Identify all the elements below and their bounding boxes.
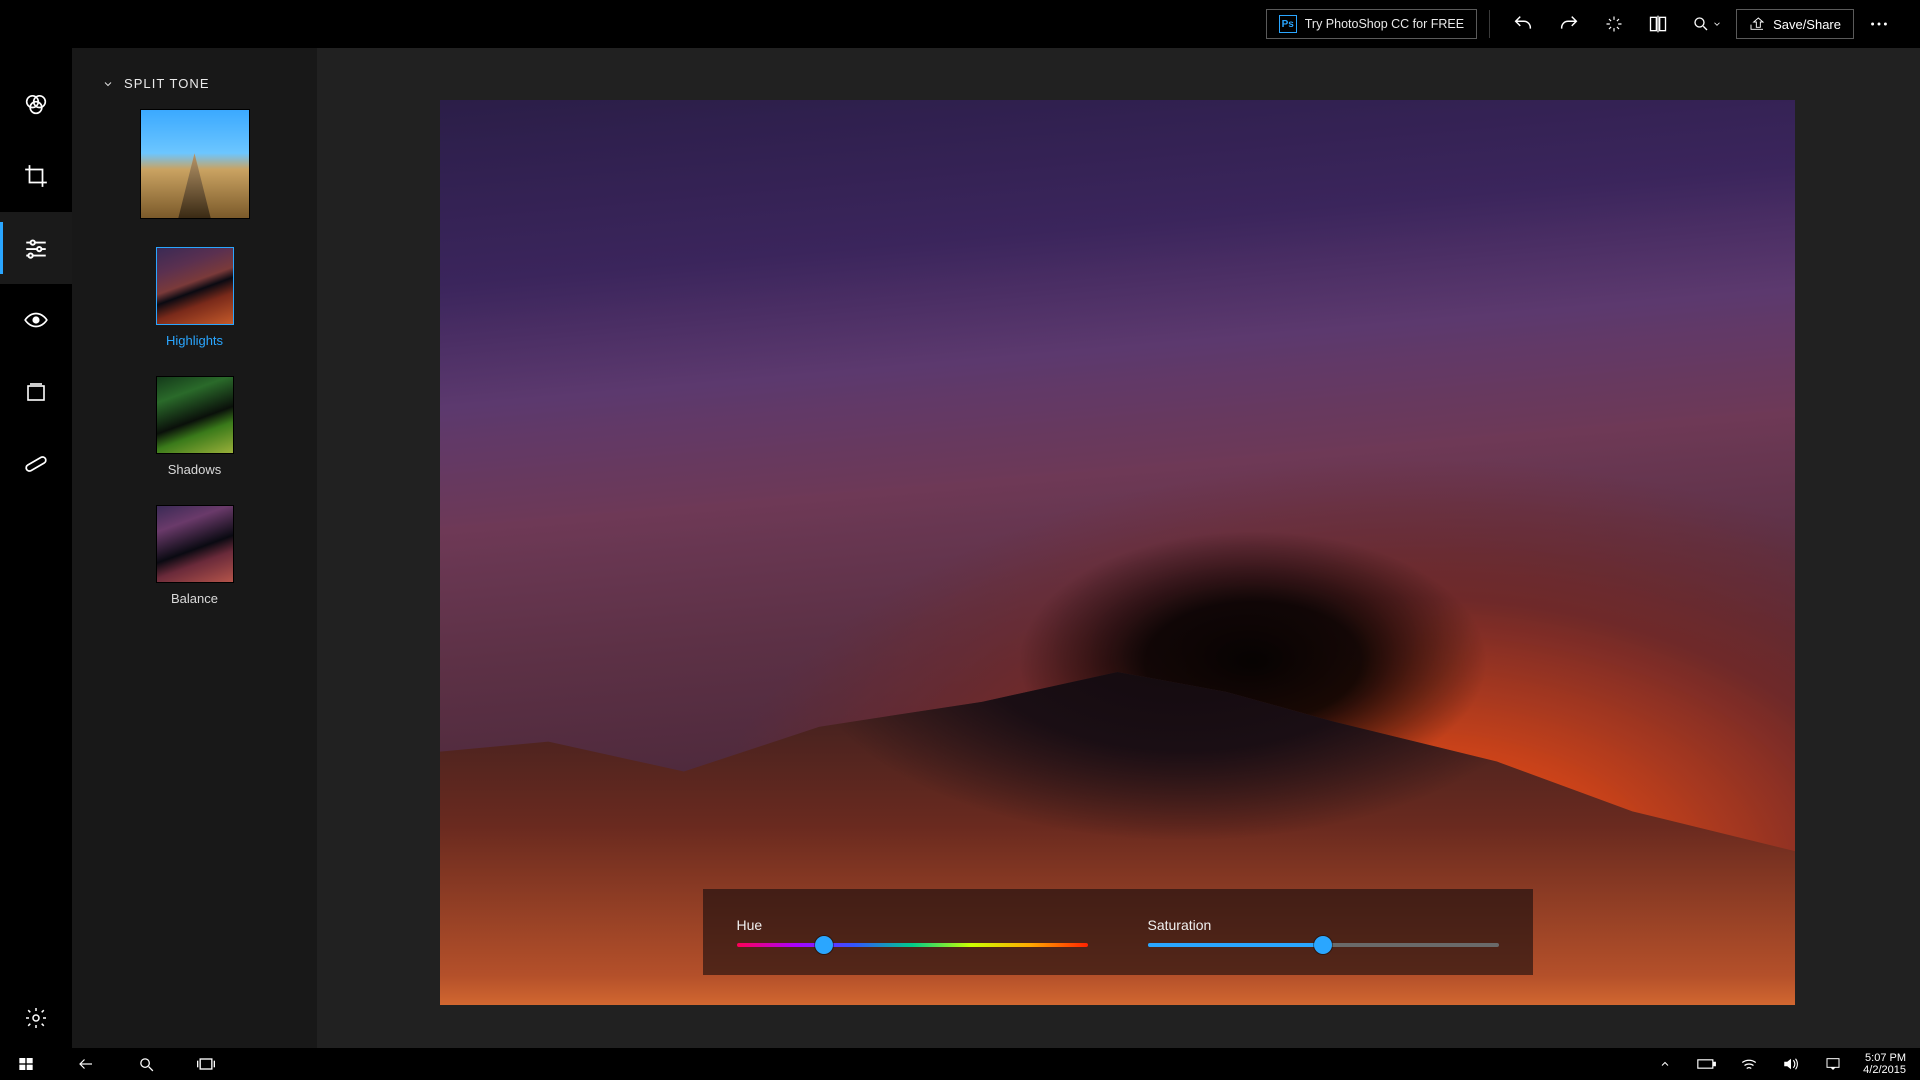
- sparkle-icon: [1604, 14, 1624, 34]
- try-photoshop-button[interactable]: Ps Try PhotoShop CC for FREE: [1266, 9, 1477, 39]
- windows-taskbar: 5:07 PM 4/2/2015: [0, 1048, 1920, 1080]
- autofix-button[interactable]: [1594, 8, 1634, 40]
- magnifier-icon: [1692, 15, 1710, 33]
- arrow-left-icon: [77, 1055, 95, 1073]
- chevron-down-icon: [102, 78, 114, 90]
- preset-shadows-thumb: [156, 376, 234, 454]
- chevron-up-icon: [1659, 1058, 1671, 1070]
- eye-icon: [23, 307, 49, 333]
- preset-original[interactable]: [140, 109, 250, 219]
- preset-label: Balance: [171, 591, 218, 606]
- save-share-label: Save/Share: [1773, 17, 1841, 32]
- share-icon: [1749, 16, 1765, 32]
- undo-button[interactable]: [1502, 8, 1544, 40]
- tool-frames[interactable]: [0, 356, 72, 428]
- try-photoshop-label: Try PhotoShop CC for FREE: [1305, 17, 1464, 31]
- chevron-down-icon: [1712, 19, 1722, 29]
- hue-slider[interactable]: [737, 943, 1088, 947]
- saturation-slider-group: Saturation: [1148, 917, 1499, 947]
- preset-list: Highlights Shadows Balance: [72, 103, 317, 606]
- tool-heal[interactable]: [0, 428, 72, 500]
- battery-icon: [1697, 1058, 1717, 1070]
- notification-icon: [1825, 1056, 1841, 1072]
- start-button[interactable]: [14, 1052, 38, 1076]
- preset-label: Shadows: [168, 462, 221, 477]
- top-divider: [1489, 10, 1490, 38]
- redo-button[interactable]: [1548, 8, 1590, 40]
- tray-overflow[interactable]: [1653, 1052, 1677, 1076]
- tray-wifi[interactable]: [1737, 1052, 1761, 1076]
- tray-notifications[interactable]: [1821, 1052, 1845, 1076]
- saturation-label: Saturation: [1148, 917, 1499, 933]
- more-menu-button[interactable]: [1858, 8, 1900, 40]
- search-icon: [138, 1056, 155, 1073]
- split-tone-panel: SPLIT TONE Highlights Shadows Balance: [72, 48, 317, 1048]
- panel-header[interactable]: SPLIT TONE: [72, 76, 317, 91]
- taskbar-clock[interactable]: 5:07 PM 4/2/2015: [1863, 1052, 1906, 1076]
- compare-button[interactable]: [1638, 8, 1678, 40]
- save-share-button[interactable]: Save/Share: [1736, 9, 1854, 39]
- back-button[interactable]: [74, 1052, 98, 1076]
- taskbar-time: 5:07 PM: [1863, 1052, 1906, 1064]
- workspace: Hue Saturation: [317, 48, 1920, 1048]
- crop-icon: [23, 163, 49, 189]
- compare-icon: [1648, 14, 1668, 34]
- wifi-icon: [1740, 1057, 1758, 1071]
- tool-color-adjust[interactable]: [0, 68, 72, 140]
- hue-label: Hue: [737, 917, 1088, 933]
- slider-overlay: Hue Saturation: [703, 889, 1533, 975]
- preset-label: Highlights: [166, 333, 223, 348]
- sliders-icon: [23, 235, 49, 261]
- hue-slider-group: Hue: [737, 917, 1088, 947]
- saturation-slider[interactable]: [1148, 943, 1499, 947]
- tool-rail: [0, 48, 72, 1048]
- photoshop-badge-icon: Ps: [1279, 15, 1297, 33]
- panel-title: SPLIT TONE: [124, 76, 210, 91]
- gear-icon: [24, 1006, 48, 1030]
- hue-slider-thumb[interactable]: [815, 936, 833, 954]
- settings-button[interactable]: [0, 988, 72, 1048]
- tool-crop[interactable]: [0, 140, 72, 212]
- preset-original-thumb: [140, 109, 250, 219]
- image-canvas[interactable]: Hue Saturation: [440, 100, 1795, 1005]
- tray-volume[interactable]: [1779, 1052, 1803, 1076]
- tool-adjust-sliders[interactable]: [0, 212, 72, 284]
- saturation-fill: [1148, 943, 1324, 947]
- frame-icon: [24, 380, 48, 404]
- preset-balance[interactable]: Balance: [156, 505, 234, 606]
- tray-battery[interactable]: [1695, 1052, 1719, 1076]
- overlapping-circles-icon: [22, 90, 50, 118]
- bandaid-icon: [23, 451, 49, 477]
- preset-highlights-thumb: [156, 247, 234, 325]
- volume-icon: [1782, 1056, 1800, 1072]
- preset-shadows[interactable]: Shadows: [156, 376, 234, 477]
- undo-icon: [1512, 13, 1534, 35]
- task-view-icon: [196, 1056, 216, 1072]
- preset-highlights[interactable]: Highlights: [156, 247, 234, 348]
- saturation-slider-thumb[interactable]: [1314, 936, 1332, 954]
- windows-icon: [18, 1056, 34, 1072]
- app-top-bar: Ps Try PhotoShop CC for FREE Save/Share: [0, 0, 1920, 48]
- search-button[interactable]: [134, 1052, 158, 1076]
- ellipsis-icon: [1868, 13, 1890, 35]
- tool-looks[interactable]: [0, 284, 72, 356]
- taskbar-date: 4/2/2015: [1863, 1064, 1906, 1076]
- preset-balance-thumb: [156, 505, 234, 583]
- redo-icon: [1558, 13, 1580, 35]
- zoom-button[interactable]: [1682, 8, 1732, 40]
- task-view-button[interactable]: [194, 1052, 218, 1076]
